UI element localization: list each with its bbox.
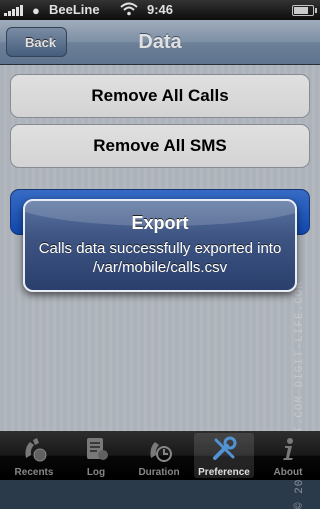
alert-message: Calls data successfully exported into /v… [38, 240, 282, 276]
alert-title: Export [131, 213, 189, 233]
export-alert[interactable]: Export Calls data successfully exported … [23, 199, 297, 292]
